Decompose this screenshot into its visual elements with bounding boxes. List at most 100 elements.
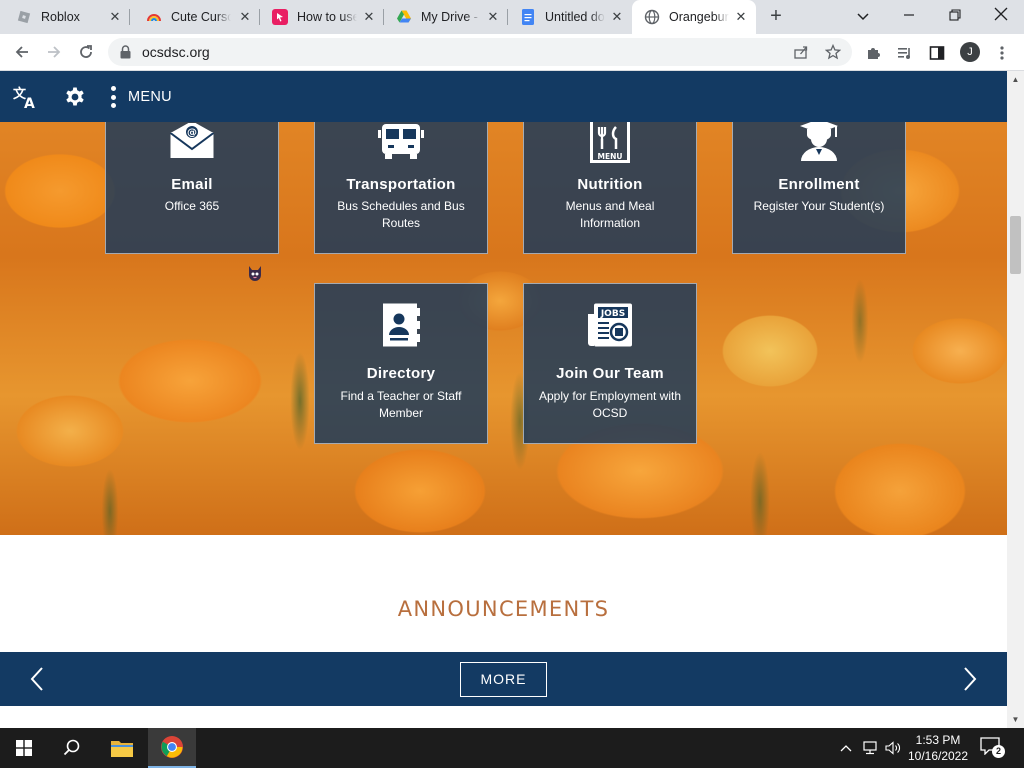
quicklink-card-email[interactable]: @ Email Office 365	[105, 110, 279, 254]
close-tab-icon[interactable]: ✕	[362, 10, 376, 24]
search-icon[interactable]	[48, 728, 96, 768]
share-icon[interactable]	[793, 44, 809, 60]
contact-book-icon	[315, 302, 487, 348]
browser-tab-strip: Roblox ✕ Cute Cursors ✕ How to use ✕ My …	[0, 0, 1024, 34]
card-subtitle: Find a Teacher or Staff Member	[340, 389, 462, 420]
more-announcements-button[interactable]: MORE	[460, 662, 547, 697]
google-docs-icon	[520, 9, 536, 25]
clock-time: 1:53 PM	[915, 733, 961, 747]
back-arrow-icon[interactable]	[11, 41, 33, 63]
card-title: Nutrition	[577, 176, 643, 193]
system-clock[interactable]: 1:53 PM 10/16/2022	[905, 732, 971, 764]
forward-arrow-icon[interactable]	[43, 41, 65, 63]
graduate-icon	[733, 117, 905, 163]
card-subtitle: Office 365	[164, 199, 220, 213]
rainbow-icon	[146, 9, 162, 25]
card-subtitle: Register Your Student(s)	[753, 199, 885, 213]
card-title: Directory	[366, 365, 436, 382]
page-content-below	[0, 706, 1007, 728]
scrollbar-thumb[interactable]	[1010, 216, 1021, 274]
translate-icon[interactable]: 文A	[12, 84, 38, 110]
quicklink-card-enrollment[interactable]: Enrollment Register Your Student(s)	[732, 110, 906, 254]
svg-text:A: A	[24, 96, 35, 110]
quicklink-card-directory[interactable]: Directory Find a Teacher or Staff Member	[314, 283, 488, 444]
browser-tab-orangeburg[interactable]: Orangebur ✕	[632, 0, 756, 34]
file-explorer-folder-icon[interactable]	[98, 728, 146, 768]
bookmark-star-icon[interactable]	[824, 43, 842, 60]
notification-count-badge: 2	[992, 745, 1005, 758]
carousel-prev-chevron-icon[interactable]	[25, 665, 49, 693]
chrome-taskbar-icon[interactable]	[148, 728, 196, 768]
tab-title: Cute Cursors	[171, 10, 231, 24]
side-panel-icon[interactable]	[928, 44, 946, 62]
browser-tab-cute-cursors[interactable]: Cute Cursors ✕	[134, 0, 260, 34]
minimize-window-button[interactable]	[897, 4, 921, 28]
close-tab-icon[interactable]: ✕	[486, 10, 500, 24]
page-viewport: 文A MENU @ Email Office 365 Transportatio…	[0, 71, 1007, 728]
tab-title: Orangebur	[669, 10, 729, 24]
school-bus-icon	[315, 121, 487, 161]
profile-avatar[interactable]: J	[960, 42, 980, 62]
menu-label: MENU	[128, 89, 172, 105]
scroll-up-arrow-icon[interactable]: ▲	[1011, 75, 1020, 84]
card-subtitle: Apply for Employment with OCSD	[538, 389, 682, 420]
menu-card-icon: MENU	[524, 119, 696, 163]
custom-cursor-icon	[246, 264, 264, 282]
action-center-notifications-icon[interactable]: 2	[980, 737, 1006, 759]
extensions-puzzle-icon[interactable]	[864, 44, 882, 62]
tab-title: Untitled do	[545, 10, 605, 24]
globe-icon	[644, 9, 660, 25]
page-scrollbar[interactable]: ▲ ▼	[1007, 71, 1024, 728]
browser-tab-my-drive[interactable]: My Drive - ✕	[384, 0, 508, 34]
clock-date: 10/16/2022	[907, 749, 969, 763]
restore-window-button[interactable]	[943, 4, 967, 28]
tab-title: How to use	[297, 10, 357, 24]
card-subtitle: Bus Schedules and Bus Routes	[337, 199, 465, 230]
quicklink-card-nutrition[interactable]: MENU Nutrition Menus and Meal Informatio…	[523, 110, 697, 254]
card-subtitle: Menus and Meal Information	[565, 199, 655, 230]
show-hidden-icons-chevron-icon[interactable]	[838, 740, 854, 756]
windows-start-icon[interactable]	[0, 728, 48, 768]
close-tab-icon[interactable]: ✕	[238, 10, 252, 24]
close-tab-icon[interactable]: ✕	[108, 10, 122, 24]
address-bar[interactable]: ocsdsc.org	[108, 38, 852, 66]
jobs-newspaper-icon: JOBS	[524, 302, 696, 348]
lock-icon[interactable]	[120, 45, 131, 64]
browser-tab-untitled-doc[interactable]: Untitled do ✕	[508, 0, 632, 34]
close-tab-icon[interactable]: ✕	[610, 10, 624, 24]
announcements-carousel-bar: MORE	[0, 652, 1007, 706]
svg-text:@: @	[187, 128, 197, 139]
browser-tab-how-to-use[interactable]: How to use ✕	[260, 0, 384, 34]
carousel-next-chevron-icon[interactable]	[958, 665, 982, 693]
windows-taskbar: 1:53 PM 10/16/2022 2	[0, 728, 1024, 768]
scroll-down-arrow-icon[interactable]: ▼	[1011, 715, 1020, 724]
browser-tab-roblox[interactable]: Roblox ✕	[4, 0, 130, 34]
reload-icon[interactable]	[75, 41, 97, 63]
tab-search-chevron-icon[interactable]	[851, 4, 875, 28]
google-drive-icon	[396, 9, 412, 25]
url-text[interactable]: ocsdsc.org	[142, 44, 210, 60]
browser-toolbar: ocsdsc.org J	[0, 34, 1024, 71]
quicklink-card-join-our-team[interactable]: JOBS Join Our Team Apply for Employment …	[523, 283, 697, 444]
svg-text:MENU: MENU	[598, 152, 623, 161]
volume-speaker-icon[interactable]	[885, 740, 901, 756]
media-control-icon[interactable]	[896, 44, 914, 62]
new-tab-button[interactable]: +	[765, 6, 787, 28]
cursor-app-icon	[272, 9, 288, 25]
card-title: Join Our Team	[556, 365, 664, 382]
network-icon[interactable]	[862, 740, 878, 756]
announcements-section: ANNOUNCEMENTS	[0, 535, 1007, 652]
vertical-dots-icon	[110, 86, 116, 108]
tab-title: Roblox	[41, 10, 80, 24]
settings-gear-icon[interactable]	[62, 84, 88, 110]
tab-separator	[129, 9, 130, 25]
tab-title: My Drive -	[421, 10, 478, 24]
svg-text:JOBS: JOBS	[600, 309, 625, 319]
close-window-button[interactable]	[989, 4, 1013, 28]
envelope-at-icon: @	[106, 123, 278, 159]
quicklink-card-transportation[interactable]: Transportation Bus Schedules and Bus Rou…	[314, 110, 488, 254]
announcements-heading: ANNOUNCEMENTS	[397, 597, 610, 621]
close-tab-icon[interactable]: ✕	[734, 10, 748, 24]
menu-button[interactable]: MENU	[110, 84, 172, 110]
browser-menu-kebab-icon[interactable]	[993, 44, 1011, 62]
